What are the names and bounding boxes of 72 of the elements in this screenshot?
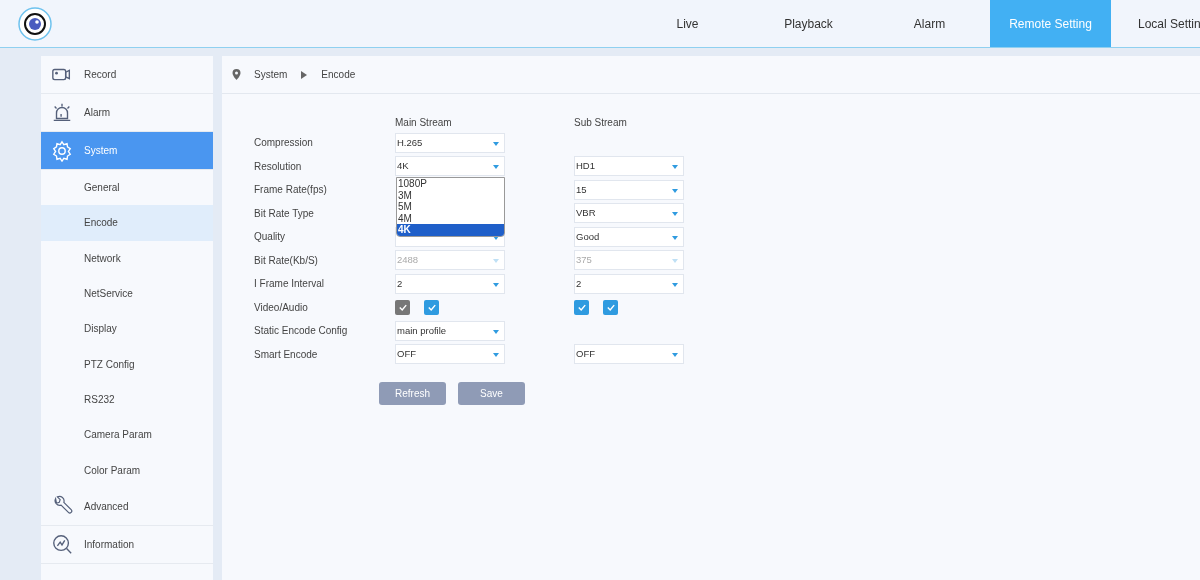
- select-field: 375: [574, 250, 684, 271]
- dropdown-option[interactable]: 1080P: [397, 178, 504, 190]
- location-pin-icon: [232, 69, 241, 80]
- select-field[interactable]: H.265: [395, 132, 505, 153]
- sidebar-subitem[interactable]: Display: [41, 311, 213, 347]
- sidebar-subitem[interactable]: NetService: [41, 275, 213, 312]
- sidebar-subitem[interactable]: General: [41, 170, 213, 206]
- checkbox[interactable]: [574, 299, 589, 315]
- dropdown-option[interactable]: 4M: [397, 212, 504, 225]
- field-label: Bit Rate Type: [254, 206, 315, 221]
- field-label: Quality: [254, 230, 287, 245]
- nav-tab[interactable]: Local Settin: [1111, 0, 1200, 47]
- column-heading: Sub Stream: [574, 115, 627, 130]
- breadcrumb-item[interactable]: System: [254, 67, 288, 82]
- field-label: I Frame Interval: [254, 277, 326, 292]
- nav-tab[interactable]: Alarm: [869, 0, 990, 47]
- field-label: Bit Rate(Kb/S): [254, 253, 319, 268]
- check-icon: [398, 303, 407, 311]
- select-field[interactable]: Good: [574, 226, 684, 247]
- caret-icon: [672, 212, 678, 217]
- sidebar-subitem[interactable]: Camera Param: [41, 417, 213, 453]
- sidebar-item[interactable]: Record: [41, 56, 213, 94]
- select-field[interactable]: main profile: [395, 320, 505, 341]
- nav-tab[interactable]: Live: [627, 0, 748, 47]
- sidebar-subitem[interactable]: Color Param: [41, 452, 213, 488]
- select-field[interactable]: 15: [574, 179, 684, 200]
- caret-icon: [493, 141, 499, 146]
- caret-icon: [672, 188, 678, 193]
- dropdown-option[interactable]: 3M: [397, 189, 504, 202]
- logo-icon: [18, 6, 52, 41]
- check-icon: [606, 303, 615, 311]
- check-icon: [427, 303, 436, 311]
- select-field[interactable]: VBR: [574, 203, 684, 224]
- sidebar-item[interactable]: Information: [41, 525, 213, 564]
- siren-icon: [51, 101, 73, 124]
- caret-icon: [493, 259, 499, 264]
- field-label: Frame Rate(fps): [254, 183, 328, 198]
- column-heading: Main Stream: [395, 115, 453, 130]
- caret-icon: [672, 165, 678, 170]
- caret-icon: [672, 259, 678, 264]
- sidebar-subitem[interactable]: RS232: [41, 381, 213, 418]
- triangle-right-icon: [301, 70, 308, 79]
- caret-icon: [493, 165, 499, 170]
- caret-icon: [493, 329, 499, 334]
- nav-tab[interactable]: Playback: [748, 0, 869, 47]
- dropdown-option[interactable]: 5M: [397, 201, 504, 213]
- caret-icon: [493, 282, 499, 287]
- select-field[interactable]: OFF: [395, 344, 505, 365]
- check-icon: [577, 303, 586, 311]
- sidebar-subitem[interactable]: Encode: [41, 205, 213, 241]
- select-field: 2488: [395, 250, 505, 271]
- breadcrumb-item: Encode: [321, 68, 356, 82]
- select-field[interactable]: OFF: [574, 344, 684, 365]
- chart-search-icon: [51, 533, 73, 556]
- select-field[interactable]: HD1: [574, 156, 684, 177]
- field-label: Smart Encode: [254, 347, 319, 362]
- sidebar-subitem[interactable]: Network: [41, 240, 213, 276]
- field-label: Resolution: [254, 159, 303, 174]
- select-field[interactable]: 2: [395, 273, 505, 294]
- settings-icon: [51, 139, 73, 162]
- checkbox[interactable]: [603, 299, 618, 315]
- caret-icon: [493, 353, 499, 358]
- field-label: Static Encode Config: [254, 324, 349, 339]
- caret-icon: [672, 282, 678, 287]
- field-label: Video/Audio: [254, 300, 309, 315]
- field-label: Compression: [254, 136, 314, 151]
- sidebar-item[interactable]: Advanced: [41, 487, 213, 526]
- checkbox[interactable]: [424, 299, 439, 315]
- select-field[interactable]: 2: [574, 273, 684, 294]
- caret-icon: [672, 235, 678, 240]
- caret-icon: [672, 353, 678, 358]
- sidebar-subitem[interactable]: PTZ Config: [41, 346, 213, 382]
